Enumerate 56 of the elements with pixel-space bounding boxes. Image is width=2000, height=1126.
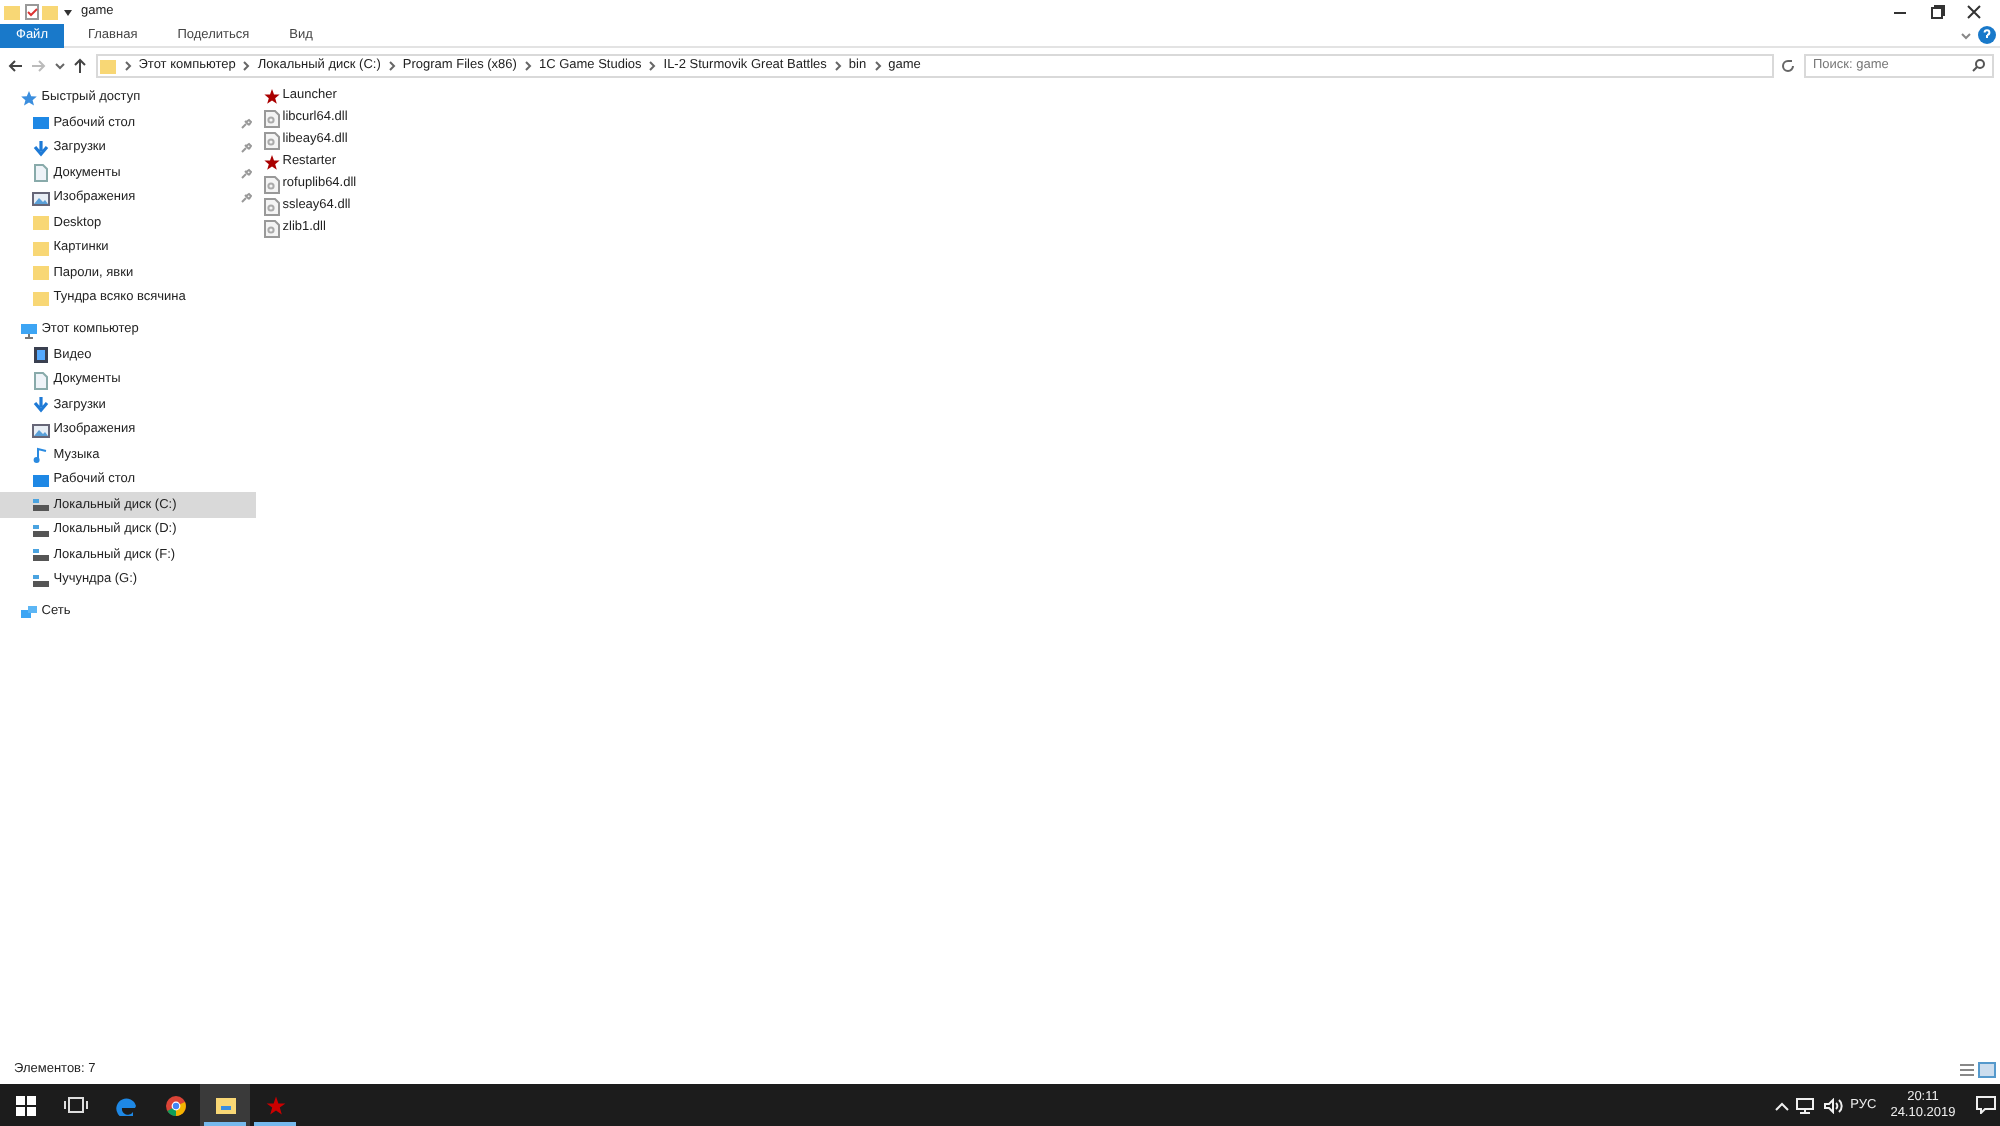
large-icons-view-icon[interactable] [1978,1062,1997,1078]
drive-icon [32,546,50,564]
chevron-right-icon[interactable] [833,59,842,71]
search-icon[interactable] [1971,58,1985,72]
music-note-icon [32,446,50,464]
start-icon[interactable] [15,1095,35,1115]
file-icon [263,197,279,216]
drive-icon [32,571,50,589]
close-icon[interactable] [1966,4,1983,20]
chevron-down-icon[interactable] [53,59,65,71]
chevron-right-icon[interactable] [242,59,251,71]
details-view-icon[interactable] [1957,1062,1975,1078]
chevron-down-icon[interactable] [1959,29,1972,41]
desktop-icon [32,114,50,132]
task-view-icon[interactable] [63,1096,87,1114]
properties-icon[interactable] [23,4,39,20]
picture-icon [32,189,50,207]
file-icon [263,175,279,194]
star-icon [20,89,38,107]
folder-icon [100,57,117,73]
chevron-right-icon[interactable] [873,59,882,71]
caret-icon[interactable] [62,4,74,20]
star-icon [265,1095,285,1115]
back-icon[interactable] [7,57,23,73]
video-icon [32,346,50,364]
document-icon [32,371,50,389]
chevron-up-icon[interactable] [1773,1099,1790,1111]
folder-icon [215,1095,235,1115]
file-icon [263,131,279,150]
computer-icon [20,321,38,339]
notifications-icon[interactable] [1976,1096,1997,1114]
network-icon [20,603,38,621]
chevron-right-icon[interactable] [387,59,396,71]
desktop-icon [32,471,50,489]
taskbar-button[interactable] [200,1084,250,1126]
refresh-icon[interactable] [1780,57,1796,73]
drive-icon [32,496,50,514]
help-icon[interactable] [1978,26,1997,44]
drive-icon [32,521,50,539]
picture-icon [32,421,50,439]
chevron-right-icon[interactable] [648,59,657,71]
chevron-right-icon[interactable] [523,59,532,71]
document-icon [32,164,50,182]
chrome-icon [165,1095,185,1115]
edge-icon [115,1095,135,1115]
network-icon[interactable] [1796,1097,1817,1113]
restore-icon[interactable] [1929,4,1946,20]
chevron-right-icon[interactable] [123,59,132,71]
speaker-icon[interactable] [1823,1097,1844,1113]
file-icon [263,219,279,238]
download-icon [32,139,50,157]
download-icon [32,396,50,414]
star-icon [263,153,279,172]
file-icon [263,109,279,128]
up-icon[interactable] [72,57,88,73]
star-icon [263,87,279,106]
